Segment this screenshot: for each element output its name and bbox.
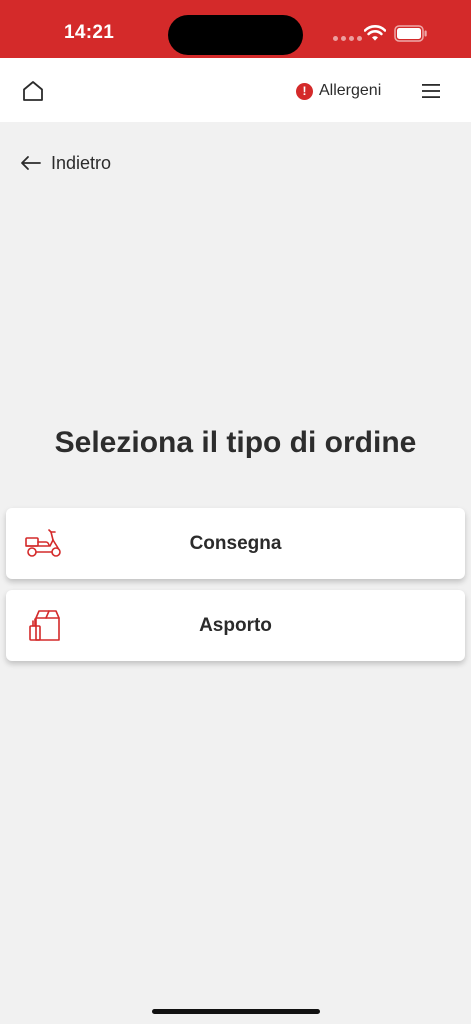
back-button[interactable]: Indietro <box>20 151 111 175</box>
home-icon[interactable] <box>21 79 45 103</box>
allergens-button[interactable]: ! Allergeni <box>296 80 381 102</box>
page-title: Seleziona il tipo di ordine <box>54 426 417 459</box>
cellular-signal-icon <box>333 36 362 41</box>
status-bar: 14:21 <box>0 0 471 58</box>
back-label: Indietro <box>51 152 112 173</box>
battery-icon <box>394 25 427 42</box>
home-indicator[interactable] <box>152 1009 320 1014</box>
hamburger-menu-icon[interactable] <box>422 83 440 99</box>
takeaway-option-label: Asporto <box>199 614 272 636</box>
allergens-label: Allergeni <box>319 82 382 99</box>
takeaway-option-button[interactable]: Asporto <box>6 590 465 661</box>
alert-icon: ! <box>296 82 313 100</box>
delivery-option-button[interactable]: Consegna <box>6 508 465 579</box>
delivery-option-label: Consegna <box>189 532 282 554</box>
dynamic-island <box>168 15 303 55</box>
back-arrow-icon <box>21 156 41 170</box>
status-time: 14:21 <box>64 22 115 43</box>
wifi-icon <box>364 25 386 41</box>
app-header: ! Allergeni <box>0 58 471 122</box>
